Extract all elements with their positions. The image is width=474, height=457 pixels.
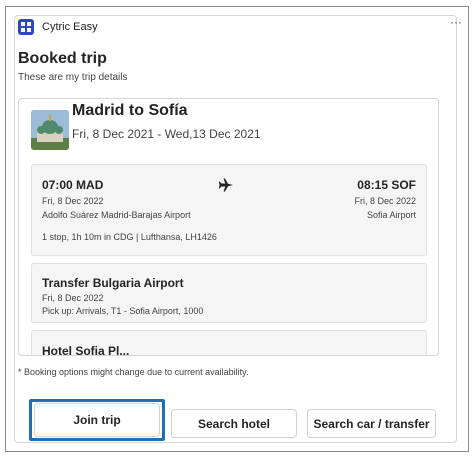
- arrival-time: 08:15 SOF: [357, 178, 416, 192]
- more-options-button[interactable]: ···: [450, 16, 462, 28]
- hotel-title: Hotel Sofia Pl...: [42, 344, 130, 356]
- search-hotel-button[interactable]: Search hotel: [171, 409, 297, 438]
- app-header: Cytric Easy: [18, 18, 98, 36]
- trip-header: [31, 109, 69, 153]
- airplane-icon: [218, 177, 234, 193]
- trip-details-panel[interactable]: Madrid to Sofía Fri, 8 Dec 2021 - Wed,13…: [18, 98, 439, 356]
- join-trip-button[interactable]: Join trip: [34, 403, 160, 437]
- transfer-segment[interactable]: Transfer Bulgaria Airport Fri, 8 Dec 202…: [31, 263, 427, 323]
- arrival-airport: Sofia Airport: [366, 210, 416, 220]
- flight-stops: 1 stop, 1h 10m in CDG | Lufthansa, LH142…: [42, 232, 217, 242]
- transfer-date: Fri, 8 Dec 2022: [42, 293, 104, 303]
- hotel-segment[interactable]: Hotel Sofia Pl...: [31, 330, 427, 356]
- departure-airport: Adolfo Suárez Madrid-Barajas Airport: [42, 210, 191, 220]
- search-car-transfer-button[interactable]: Search car / transfer: [307, 409, 436, 438]
- trip-dates: Fri, 8 Dec 2021 - Wed,13 Dec 2021: [72, 127, 261, 141]
- departure-date: Fri, 8 Dec 2022: [42, 196, 104, 206]
- destination-thumbnail: [31, 110, 69, 150]
- availability-note: * Booking options might change due to cu…: [18, 367, 249, 377]
- trip-title: Madrid to Sofía: [72, 102, 188, 119]
- arrival-date: Fri, 8 Dec 2022: [354, 196, 416, 206]
- app-logo-icon: [18, 19, 34, 35]
- departure-time: 07:00 MAD: [42, 178, 104, 192]
- transfer-title: Transfer Bulgaria Airport: [42, 276, 184, 290]
- app-name: Cytric Easy: [42, 21, 98, 33]
- transfer-pickup: Pick up: Arrivals, T1 - Sofia Airport, 1…: [42, 306, 204, 316]
- flight-segment[interactable]: 07:00 MAD 08:15 SOF Fri, 8 Dec 2022 Fri,…: [31, 164, 427, 256]
- card-heading: Booked trip: [18, 50, 107, 67]
- card-subheading: These are my trip details: [18, 72, 128, 83]
